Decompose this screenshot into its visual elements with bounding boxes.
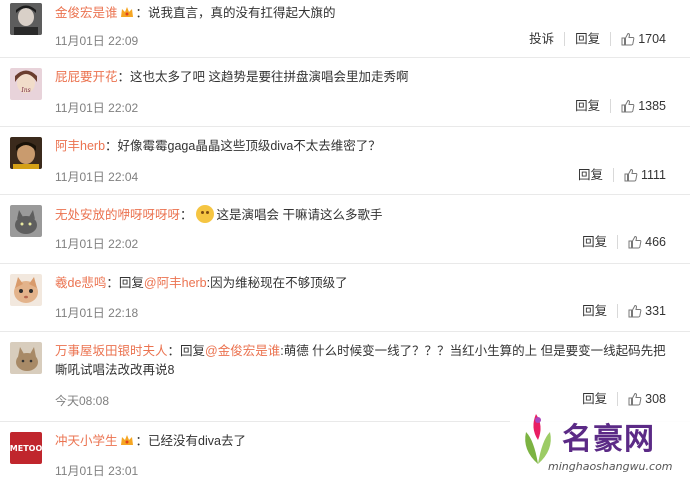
avatar-text: METOO [10, 444, 42, 453]
username-link[interactable]: 阿丰herb [55, 139, 105, 153]
like-button[interactable]: 1111 [612, 168, 676, 182]
avatar[interactable] [10, 137, 42, 169]
comment-item: 无处安放的咿呀呀呀呀： 这是演唱会 干嘛请这么多歌手 11月01日 22:02 回… [0, 201, 690, 264]
comment-actions: 回复 331 [572, 304, 676, 318]
avatar[interactable]: Ins [10, 68, 42, 100]
reply-prefix: ：回复 [167, 344, 206, 358]
comment-actions: 回复 308 [572, 392, 676, 406]
comment-content: ：说我直言，真的没有扛得起大旗的 [135, 6, 336, 20]
comment-time: 11月01日 22:02 [55, 237, 139, 251]
mention-link[interactable]: @阿丰herb [144, 276, 207, 290]
username-link[interactable]: 万事屋坂田银时夫人 [55, 344, 168, 358]
comment-text: 阿丰herb：好像霉霉gaga晶晶这些顶级diva不太去维密了？ [55, 137, 680, 156]
avatar[interactable] [10, 3, 42, 35]
like-count: 331 [645, 304, 666, 318]
reply-button[interactable]: 回复 [565, 99, 610, 113]
svg-text:Ins: Ins [20, 87, 30, 94]
reply-button[interactable]: 回复 [572, 304, 617, 318]
comment-time: 11月01日 22:04 [55, 170, 139, 184]
avatar[interactable] [10, 274, 42, 306]
like-count: 1385 [638, 99, 666, 113]
comment-actions: 回复 466 [572, 235, 676, 249]
leaf-logo-icon [525, 414, 551, 464]
crown-badge-icon [120, 7, 133, 17]
username-link[interactable]: 金俊宏是谁 [55, 6, 118, 20]
avatar[interactable] [10, 205, 42, 237]
comment-actions: 回复 1111 [568, 168, 676, 182]
comment-actions: 回复 1385 [565, 99, 676, 113]
watermark: 名豪网 minghaoshangwu.com [510, 408, 690, 481]
thumbs-up-icon [624, 168, 638, 182]
reply-prefix: ：回复 [106, 276, 144, 290]
like-count: 1704 [638, 32, 666, 46]
comment-text: 羲de悲鸣：回复@阿丰herb:因为维秘现在不够顶级了 [55, 274, 680, 293]
reply-button[interactable]: 回复 [564, 32, 610, 46]
report-button[interactable]: 投诉 [519, 32, 564, 46]
comment-time: 11月01日 23:01 [55, 464, 139, 478]
thumbs-up-icon [621, 32, 635, 46]
thumbs-up-icon [628, 235, 642, 249]
comment-content: ：这也太多了吧 这趋势是要往拼盘演唱会里加走秀啊 [117, 70, 409, 84]
username-link[interactable]: 冲天小学生 [55, 434, 118, 448]
like-button[interactable]: 308 [617, 392, 676, 406]
comment-content: ： [180, 208, 193, 222]
comment-text: 金俊宏是谁 ：说我直言，真的没有扛得起大旗的 [55, 4, 680, 23]
username-link[interactable]: 羲de悲鸣 [55, 276, 106, 290]
comment-content: :因为维秘现在不够顶级了 [206, 276, 348, 290]
like-button[interactable]: 1385 [610, 99, 676, 113]
like-button[interactable]: 1704 [610, 32, 676, 46]
comment-item: 羲de悲鸣：回复@阿丰herb:因为维秘现在不够顶级了 11月01日 22:18… [0, 270, 690, 332]
thumbs-up-icon [628, 304, 642, 318]
comment-content: 这是演唱会 干嘛请这么多歌手 [216, 208, 383, 222]
comment-time: 11月01日 22:02 [55, 101, 139, 115]
comment-content: ：已经没有diva去了 [135, 434, 246, 448]
comment-actions: 投诉 回复 1704 [519, 32, 676, 46]
username-link[interactable]: 屁屁要开花 [55, 70, 118, 84]
like-button[interactable]: 331 [617, 304, 676, 318]
mention-link[interactable]: @金俊宏是谁 [205, 344, 280, 358]
comment-time: 11月01日 22:18 [55, 306, 139, 320]
crown-badge-icon [120, 435, 133, 445]
comment-item: 阿丰herb：好像霉霉gaga晶晶这些顶级diva不太去维密了？ 11月01日 … [0, 133, 690, 195]
comment-item: 金俊宏是谁 ：说我直言，真的没有扛得起大旗的 11月01日 22:09 投诉 回复… [0, 0, 690, 58]
like-count: 466 [645, 235, 666, 249]
comment-content: ：好像霉霉gaga晶晶这些顶级diva不太去维密了？ [105, 139, 381, 153]
comment-time: 今天08:08 [55, 394, 110, 408]
comment-time: 11月01日 22:09 [55, 34, 139, 48]
thumbs-up-icon [621, 99, 635, 113]
reply-button[interactable]: 回复 [568, 168, 613, 182]
reply-button[interactable]: 回复 [572, 235, 617, 249]
username-link[interactable]: 无处安放的咿呀呀呀呀 [55, 208, 180, 222]
comment-item: Ins 屁屁要开花：这也太多了吧 这趋势是要往拼盘演唱会里加走秀啊 11月01日… [0, 64, 690, 127]
watermark-brand: 名豪网 [562, 422, 655, 457]
avatar[interactable]: METOO [10, 432, 42, 464]
thumbs-up-icon [628, 392, 642, 406]
smiley-emoji-icon [195, 205, 214, 223]
comment-text: 屁屁要开花：这也太多了吧 这趋势是要往拼盘演唱会里加走秀啊 [55, 68, 680, 87]
like-count: 1111 [640, 168, 666, 182]
like-button[interactable]: 466 [617, 235, 676, 249]
watermark-url: minghaoshangwu.com [548, 460, 673, 473]
comment-text: 无处安放的咿呀呀呀呀： 这是演唱会 干嘛请这么多歌手 [55, 205, 680, 225]
like-count: 308 [645, 392, 666, 406]
avatar[interactable] [10, 342, 42, 374]
comment-text: 万事屋坂田银时夫人：回复@金俊宏是谁:萌德 什么时候变一线了？？？当红小生算的上… [55, 342, 676, 380]
reply-button[interactable]: 回复 [572, 392, 617, 406]
